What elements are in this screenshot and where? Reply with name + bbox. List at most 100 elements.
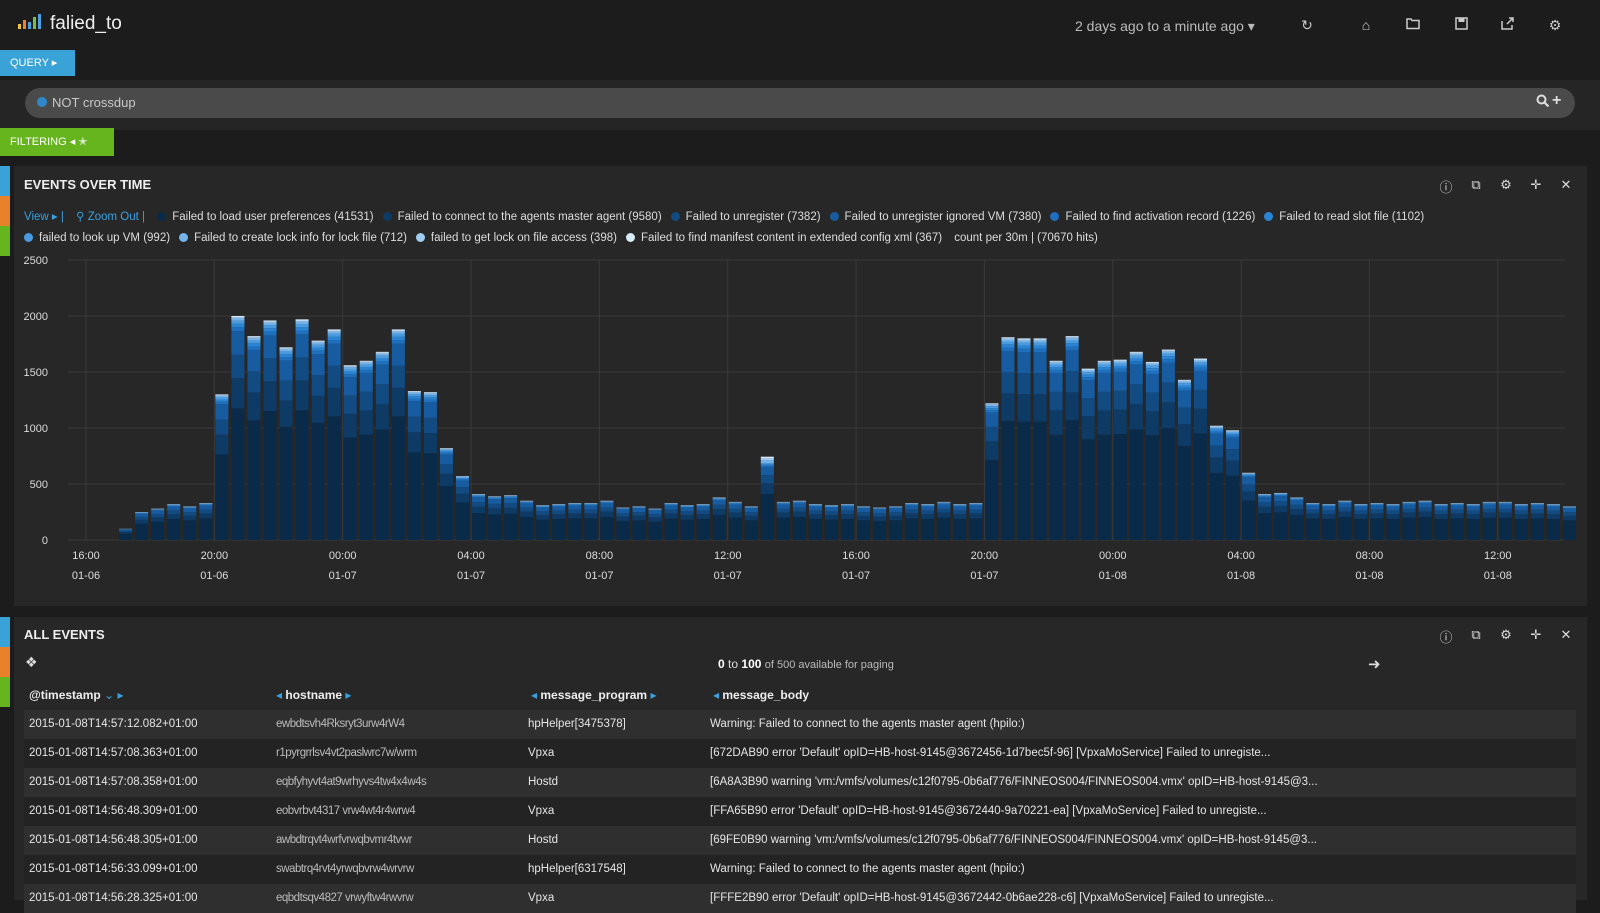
bar-segment	[713, 505, 726, 509]
bar-segment	[969, 506, 982, 510]
bar-segment	[1354, 507, 1367, 511]
bar-segment	[263, 381, 276, 411]
column-header-message-body[interactable]: ◂ message_body	[713, 688, 809, 702]
duplicate-icon[interactable]: ⧉	[1468, 177, 1484, 196]
bar-segment	[616, 509, 629, 510]
legend-item[interactable]: Failed to unregister (7382)	[671, 207, 821, 228]
folder-open-icon[interactable]	[1405, 17, 1421, 33]
column-header-program[interactable]: ◂ message_program ▸	[531, 688, 656, 702]
legend-item[interactable]: failed to look up VM (992)	[24, 228, 170, 249]
zoom-out-link[interactable]: ⚲ Zoom Out |	[76, 207, 145, 228]
x-tick-label: 00:00	[329, 550, 357, 562]
bar-segment	[424, 397, 437, 399]
table-row[interactable]: 2015-01-08T14:56:48.305+01:00awbdtrqvt4w…	[24, 826, 1576, 855]
info-icon[interactable]: ⓘ	[1438, 177, 1454, 196]
bar-segment	[360, 361, 373, 362]
bar-segment	[1098, 365, 1111, 368]
move-icon[interactable]: ✛	[1528, 177, 1544, 196]
bar-segment	[1210, 432, 1223, 434]
bar-segment	[1130, 353, 1143, 354]
bar-segment	[953, 507, 966, 511]
close-icon[interactable]: ✕	[1558, 627, 1574, 646]
legend-swatch-icon	[24, 233, 33, 242]
legend-item[interactable]: Failed to unregister ignored VM (7380)	[830, 207, 1042, 228]
refresh-icon[interactable]: ↻	[1299, 17, 1315, 33]
bar-segment	[520, 503, 533, 504]
table-row[interactable]: 2015-01-08T14:56:28.325+01:00eqbdtsqv482…	[24, 884, 1576, 913]
view-link[interactable]: View ▸ |	[24, 207, 64, 228]
bar-segment	[1194, 362, 1207, 365]
move-icon[interactable]: ✛	[1528, 627, 1544, 646]
column-header-timestamp[interactable]: @timestamp ⌄ ▸	[29, 688, 123, 702]
row-program: hpHelper[3475378]	[528, 710, 698, 739]
bar-segment	[199, 505, 212, 506]
legend-item[interactable]: Failed to create lock info for lock file…	[179, 228, 407, 249]
bar-segment	[937, 518, 950, 540]
bar-segment	[376, 353, 389, 354]
query-tab[interactable]: QUERY ▸	[0, 50, 75, 76]
bar-segment	[215, 454, 228, 540]
bar-segment	[841, 505, 854, 506]
save-icon[interactable]	[1453, 17, 1469, 33]
query-input[interactable]	[25, 88, 1575, 118]
next-page-icon[interactable]: ➜	[1368, 655, 1381, 673]
events-over-time-chart[interactable]: 0500100015002000250016:0001-0620:0001-06…	[20, 255, 1580, 595]
bar-segment	[1114, 366, 1127, 369]
caret-down-icon: ▾	[1248, 18, 1255, 34]
filtering-tab[interactable]: FILTERING ◂ ✭	[0, 128, 114, 156]
move-right-icon[interactable]: ▸	[650, 688, 656, 702]
table-row[interactable]: 2015-01-08T14:57:12.082+01:00ewbdtsvh4Rk…	[24, 710, 1576, 739]
legend-item[interactable]: Failed to find activation record (1226)	[1050, 207, 1255, 228]
gear-icon[interactable]: ⚙	[1498, 627, 1514, 646]
time-range-picker[interactable]: 2 days ago to a minute ago ▾	[1075, 18, 1255, 35]
bar-segment	[360, 362, 373, 363]
bar-segment	[231, 408, 244, 540]
table-row[interactable]: 2015-01-08T14:57:08.358+01:00eqbfyhyvt4a…	[24, 768, 1576, 797]
table-row[interactable]: 2015-01-08T14:56:48.309+01:00eobvrbvt431…	[24, 797, 1576, 826]
close-icon[interactable]: ✕	[1558, 177, 1574, 196]
bar-segment	[793, 503, 806, 504]
info-icon[interactable]: ⓘ	[1438, 627, 1454, 646]
search-icon[interactable]	[1536, 94, 1550, 111]
gear-icon[interactable]: ⚙	[1498, 177, 1514, 196]
bar-segment	[1130, 358, 1143, 361]
query-text[interactable]: NOT crossdup	[52, 95, 136, 110]
add-query-icon[interactable]: +	[1552, 92, 1561, 110]
bar-segment	[1435, 510, 1448, 514]
move-left-icon[interactable]: ◂	[713, 688, 719, 702]
table-row[interactable]: 2015-01-08T14:57:08.363+01:00r1pyrgrrlsv…	[24, 739, 1576, 768]
bar-segment	[1001, 337, 1014, 338]
bar-segment	[424, 453, 437, 540]
x-tick-label: 04:00	[1227, 550, 1255, 562]
bar-segment	[440, 453, 453, 455]
table-row[interactable]: 2015-01-08T14:56:33.099+01:00swabtrq4rvt…	[24, 855, 1576, 884]
legend-item[interactable]: Failed to load user preferences (41531)	[157, 207, 373, 228]
bar-segment	[119, 530, 132, 531]
bar-segment	[1210, 427, 1223, 428]
legend-item[interactable]: failed to get lock on file access (398)	[416, 228, 617, 249]
move-left-icon[interactable]: ◂	[276, 688, 282, 702]
bar-segment	[199, 506, 212, 510]
bar-segment	[1403, 504, 1416, 505]
legend-series-count: (712)	[377, 232, 407, 244]
home-icon[interactable]: ⌂	[1358, 17, 1374, 33]
legend-item[interactable]: Failed to read slot file (1102)	[1264, 207, 1424, 228]
duplicate-icon[interactable]: ⧉	[1468, 627, 1484, 646]
x-tick-date-label: 01-08	[1099, 570, 1127, 582]
sort-desc-icon[interactable]: ⌄ ▸	[104, 688, 123, 702]
star-icon[interactable]: ✭	[78, 136, 87, 148]
bar-segment	[1178, 380, 1191, 381]
move-left-icon[interactable]: ◂	[531, 688, 537, 702]
fields-toggle-icon[interactable]: ❖	[25, 654, 38, 671]
bar-segment	[857, 508, 870, 509]
query-color-dot-icon[interactable]	[37, 97, 47, 107]
move-right-icon[interactable]: ▸	[345, 688, 351, 702]
bar-segment	[392, 334, 405, 337]
share-icon[interactable]	[1500, 17, 1516, 33]
bar-segment	[1001, 351, 1014, 372]
legend-item[interactable]: Failed to connect to the agents master a…	[383, 207, 662, 228]
bar-segment	[1226, 436, 1239, 438]
gear-icon[interactable]: ⚙	[1547, 17, 1563, 33]
legend-item[interactable]: Failed to find manifest content in exten…	[626, 228, 942, 249]
column-header-hostname[interactable]: ◂ hostname ▸	[276, 688, 351, 702]
